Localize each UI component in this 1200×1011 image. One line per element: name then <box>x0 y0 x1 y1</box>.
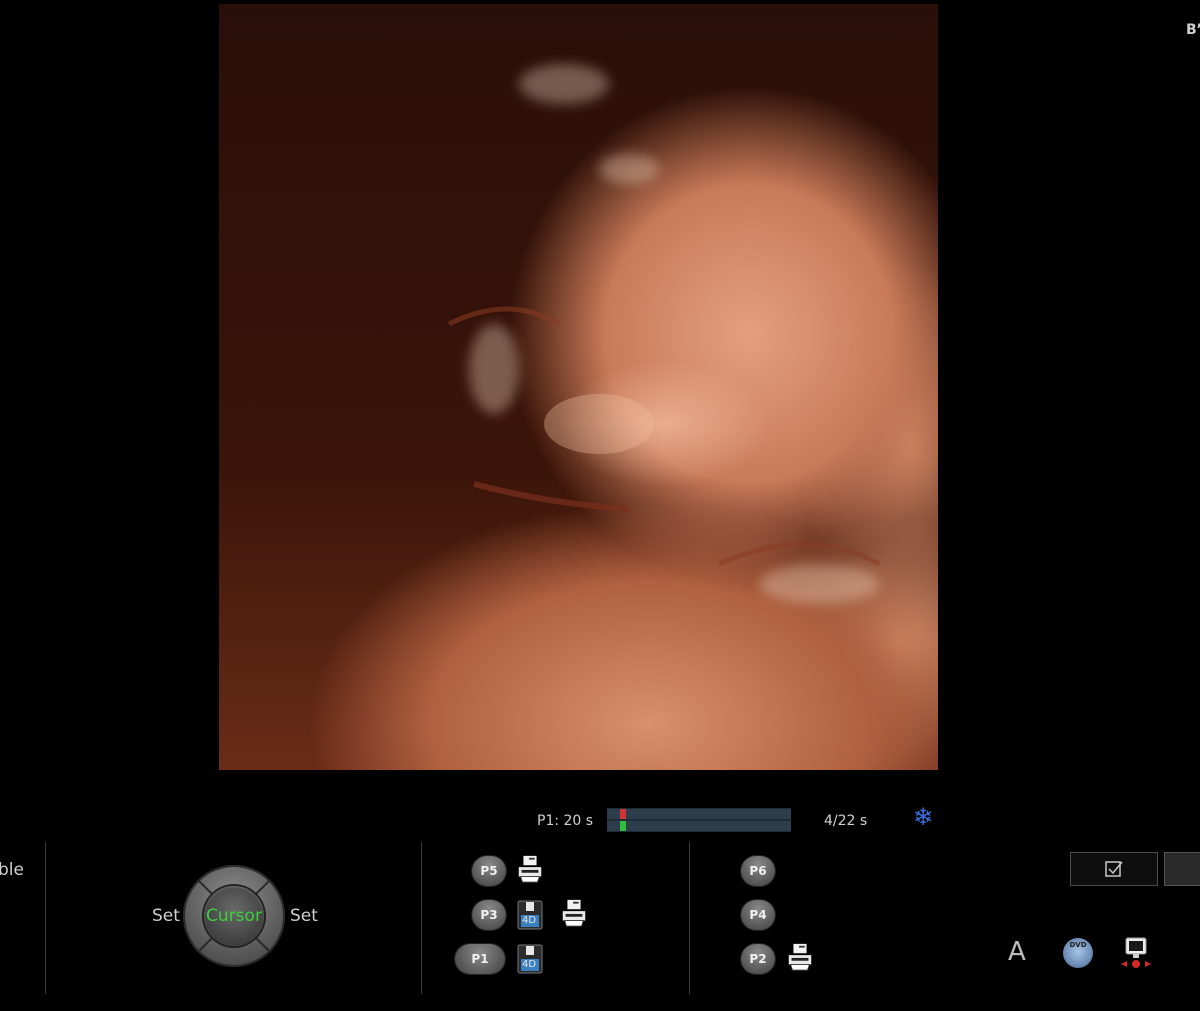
checkbox-button[interactable] <box>1070 852 1158 886</box>
printer-icon[interactable] <box>785 942 815 972</box>
preset-p5-button[interactable]: P5 <box>472 856 506 886</box>
preset-p3-button[interactable]: P3 <box>472 900 506 930</box>
cine-lane-bottom <box>607 821 791 831</box>
save-4d-icon[interactable]: 4D <box>516 944 544 974</box>
cursor-label[interactable]: Cursor <box>183 906 285 926</box>
cine-loop-label: P1: 20 s <box>537 813 594 829</box>
dvd-label: DVD <box>1069 941 1087 949</box>
panel-divider <box>689 842 690 994</box>
save-4d-icon[interactable]: 4D <box>516 900 544 930</box>
cine-marker-bottom[interactable] <box>620 821 626 831</box>
corner-label: B’ <box>1186 22 1200 38</box>
set-right-label[interactable]: Set <box>290 906 318 926</box>
preset-p6-button[interactable]: P6 <box>741 856 775 886</box>
snowflake-icon[interactable]: ❄ <box>908 802 938 832</box>
render-contours <box>447 306 881 567</box>
disk-4d-label: 4D <box>522 915 537 926</box>
preset-p1-button[interactable]: P1 <box>455 944 505 974</box>
cine-frame-counter: 4/22 s <box>824 813 868 829</box>
panel-divider <box>45 842 46 994</box>
preset-p4-button[interactable]: P4 <box>741 900 775 930</box>
printer-icon[interactable] <box>515 854 545 884</box>
cine-scrollbar[interactable] <box>607 808 791 832</box>
truncated-menu-label[interactable]: ble <box>0 860 24 880</box>
annotation-button[interactable]: A <box>1008 937 1026 967</box>
printer-icon[interactable] <box>559 898 589 928</box>
panel-divider <box>421 842 422 994</box>
set-left-label[interactable]: Set <box>152 906 180 926</box>
3d-render-image <box>219 4 938 770</box>
cine-lane-top <box>607 809 791 819</box>
preset-p2-button[interactable]: P2 <box>741 944 775 974</box>
checkbox-icon <box>1105 861 1123 877</box>
panel-button-edge[interactable] <box>1164 852 1200 886</box>
monitor-icon[interactable] <box>1119 936 1153 972</box>
cine-marker-top[interactable] <box>620 809 626 819</box>
disk-4d-label: 4D <box>522 959 537 970</box>
